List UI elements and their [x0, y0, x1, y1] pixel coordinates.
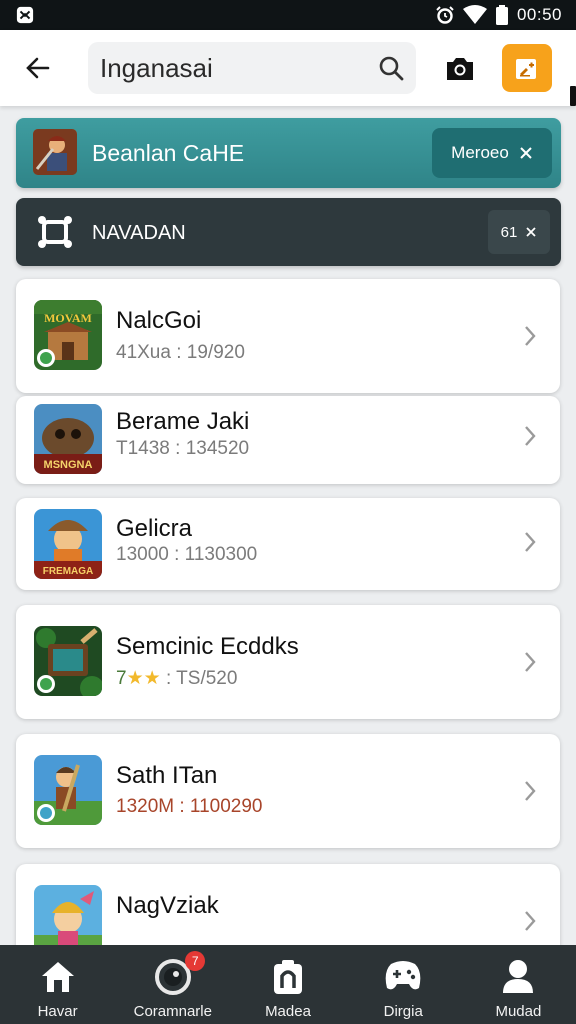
- promo-action-label: Meroeo: [451, 143, 509, 162]
- game-thumbnail: [34, 626, 102, 696]
- close-icon[interactable]: [525, 226, 537, 238]
- game-name: Sath ITan: [116, 762, 218, 789]
- secondary-action-button[interactable]: 61: [488, 210, 550, 254]
- list-item[interactable]: FREMAGA Gelicra 13000 : 1130300: [16, 498, 560, 590]
- game-name: NagVziak: [116, 892, 219, 919]
- game-name: Gelicra: [116, 515, 193, 542]
- game-meta: 7★★ : TS/520: [116, 667, 237, 690]
- media-icon: [268, 957, 308, 997]
- back-button[interactable]: [20, 50, 56, 86]
- search-bar[interactable]: [88, 42, 416, 94]
- list-item[interactable]: MSNGNA Berame Jaki T1438 : 134520: [16, 396, 560, 484]
- notification-badge: 7: [185, 951, 206, 971]
- nav-label: Coramnarle: [133, 1003, 212, 1020]
- game-name: Berame Jaki: [116, 408, 250, 435]
- close-icon[interactable]: [519, 146, 533, 160]
- edit-note-icon: [516, 59, 536, 79]
- star-icon: ★: [143, 668, 161, 689]
- search-input[interactable]: [100, 52, 360, 84]
- nav-item-record[interactable]: 7 Coramnarle: [115, 945, 230, 1024]
- nav-item-profile[interactable]: Mudad: [461, 945, 576, 1024]
- chevron-right-icon[interactable]: [522, 424, 538, 448]
- crop-tool-icon: [38, 216, 72, 248]
- rating-value: 7: [116, 668, 127, 689]
- game-thumbnail: FREMAGA: [34, 509, 102, 579]
- chevron-right-icon[interactable]: [522, 779, 538, 803]
- list-item[interactable]: MOVAM NalcGoi 41Xua : 19/920: [16, 279, 560, 393]
- game-meta: 41Xua : 19/920: [116, 342, 245, 363]
- game-thumbnail: MOVAM: [34, 300, 102, 370]
- chevron-right-icon[interactable]: [522, 650, 538, 674]
- top-app-bar: [0, 30, 576, 106]
- profile-icon: [498, 957, 538, 997]
- bottom-navigation: Havar 7 Coramnarle Madea Dirgia Mudad: [0, 945, 576, 1024]
- game-meta: T1438 : 134520: [116, 438, 250, 459]
- game-name: NalcGoi: [116, 307, 202, 334]
- edit-button[interactable]: [502, 44, 552, 92]
- overflow-menu-icon[interactable]: [570, 86, 576, 106]
- game-meta: 13000 : 1130300: [116, 544, 258, 565]
- nav-item-controller[interactable]: Dirgia: [346, 945, 461, 1024]
- game-name: Semcinic Ecddks: [116, 633, 299, 660]
- nav-label: Havar: [37, 1003, 78, 1020]
- game-thumbnail-label: MSNGNA: [44, 459, 93, 471]
- secondary-banner[interactable]: NAVADAN 61: [16, 198, 561, 266]
- list-item[interactable]: Semcinic Ecddks 7★★ : TS/520: [16, 605, 560, 719]
- promo-banner[interactable]: Beanlan CaHE Meroeo: [16, 118, 561, 188]
- wifi-icon: [462, 5, 487, 24]
- camera-icon: [447, 58, 473, 80]
- nav-item-home[interactable]: Havar: [0, 945, 115, 1024]
- nav-label: Madea: [265, 1003, 311, 1020]
- promo-thumbnail: [33, 129, 77, 175]
- star-icon: ★: [126, 668, 144, 689]
- promo-action-button[interactable]: Meroeo: [432, 128, 552, 178]
- game-thumbnail-label: FREMAGA: [43, 566, 94, 577]
- nav-label: Mudad: [495, 1003, 542, 1020]
- status-time: 00:50: [516, 5, 562, 24]
- status-bar: 00:50: [0, 0, 576, 30]
- game-thumbnail: [34, 755, 102, 825]
- nav-item-media[interactable]: Madea: [230, 945, 345, 1024]
- alarm-icon: [436, 6, 454, 24]
- home-icon: [38, 957, 78, 997]
- secondary-banner-title: NAVADAN: [92, 222, 186, 244]
- rating-meta: : TS/520: [160, 668, 238, 689]
- app-logo-icon: [16, 6, 34, 24]
- game-meta: 1320M : 1100290: [116, 796, 263, 817]
- battery-icon: [495, 5, 508, 25]
- list-item[interactable]: Sath ITan 1320M : 1100290: [16, 734, 560, 848]
- chevron-right-icon[interactable]: [522, 324, 538, 348]
- search-icon[interactable]: [378, 55, 404, 81]
- chevron-right-icon[interactable]: [522, 530, 538, 554]
- secondary-action-label: 61: [500, 223, 518, 241]
- controller-icon: [383, 957, 423, 997]
- camera-button[interactable]: [440, 52, 480, 86]
- chevron-right-icon[interactable]: [522, 909, 538, 933]
- nav-label: Dirgia: [383, 1003, 423, 1020]
- game-thumbnail: MSNGNA: [34, 404, 102, 474]
- promo-title: Beanlan CaHE: [92, 140, 245, 166]
- arrow-left-icon: [26, 57, 50, 79]
